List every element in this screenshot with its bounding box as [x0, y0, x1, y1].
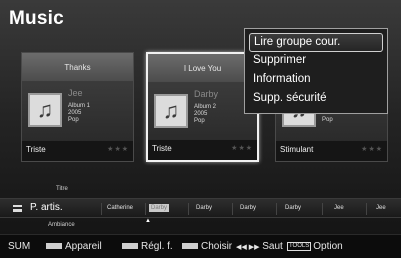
index-caret-icon: ▲	[145, 218, 151, 224]
settings-label: Régl. f.	[141, 241, 173, 252]
index-item-active[interactable]: Darby	[149, 204, 170, 212]
settings-button[interactable]: Régl. f.	[122, 241, 173, 252]
divider	[188, 203, 189, 215]
device-label: Appareil	[65, 241, 102, 252]
card-genre: Pop	[68, 117, 79, 123]
index-item[interactable]: Catherine	[107, 205, 133, 211]
sort-prev-option[interactable]: Titre	[56, 186, 68, 192]
card-mood: Triste	[152, 144, 172, 153]
source-label: SUM	[8, 241, 31, 252]
jump-button[interactable]: ◀◀ ▶▶ Saut	[236, 241, 283, 252]
red-key-icon	[46, 243, 62, 250]
card-footer: Triste ★★★	[148, 140, 257, 160]
index-item[interactable]: Darby	[285, 205, 301, 211]
device-button[interactable]: Appareil	[46, 241, 102, 252]
card-artist: Darby	[194, 89, 219, 99]
card-year: 2005	[68, 110, 82, 116]
jump-label: Saut	[262, 241, 283, 252]
list-sort-icon	[13, 205, 22, 212]
menu-item-play-current-group[interactable]: Lire groupe cour.	[249, 33, 383, 52]
select-label: Choisir	[201, 241, 233, 252]
music-card-2-selected[interactable]: I Love You ♫ Darby Album 2 2005 Pop Tris…	[146, 52, 259, 162]
tools-key-icon: TOOLS	[287, 241, 312, 251]
app-title: Music	[9, 8, 64, 29]
index-item[interactable]: Jee	[334, 205, 344, 211]
card-title: I Love You	[148, 54, 257, 82]
sort-next-option[interactable]: Ambiance	[48, 222, 75, 228]
card-footer: Stimulant ★★★	[276, 141, 387, 161]
yellow-key-icon	[182, 243, 198, 250]
rating-stars: ★★★	[107, 146, 129, 153]
green-key-icon	[122, 243, 138, 250]
sort-current-option[interactable]: P. artis.	[30, 202, 63, 213]
rating-stars: ★★★	[231, 145, 253, 152]
index-item[interactable]: Jee	[376, 205, 386, 211]
bottom-bar: SUM Appareil Régl. f. Choisir ◀◀ ▶▶ Saut…	[0, 234, 401, 258]
card-album: Album 1	[68, 103, 91, 109]
option-label: Option	[313, 241, 343, 252]
menu-item-delete[interactable]: Supprimer	[249, 52, 383, 71]
option-button[interactable]: TOOLS Option	[287, 241, 343, 252]
sort-row: P. artis. Catherine Darby Darby Darby Da…	[0, 198, 401, 218]
select-button[interactable]: Choisir	[182, 241, 232, 252]
divider	[276, 203, 277, 215]
divider	[322, 203, 323, 215]
index-item[interactable]: Darby	[240, 205, 256, 211]
menu-item-information[interactable]: Information	[249, 71, 383, 90]
card-year: 2005	[194, 111, 208, 117]
card-genre: Pop	[194, 118, 205, 124]
card-mood: Triste	[26, 145, 46, 154]
card-body: ♫ Darby Album 2 2005 Pop	[148, 82, 257, 144]
music-screen: Music Thanks ♫ Jee Album 1 2005 Pop Tris…	[0, 0, 401, 258]
context-menu: Lire groupe cour. Supprimer Information …	[244, 28, 388, 114]
card-album: Album 2	[194, 104, 217, 110]
music-note-icon: ♫	[28, 93, 62, 127]
card-mood: Stimulant	[280, 145, 314, 154]
divider	[145, 203, 146, 215]
menu-item-safe-remove[interactable]: Supp. sécurité	[249, 90, 383, 109]
index-item[interactable]: Darby	[196, 205, 212, 211]
rating-stars: ★★★	[361, 146, 383, 153]
divider	[101, 203, 102, 215]
music-note-icon: ♫	[154, 94, 188, 128]
card-title: Thanks	[22, 53, 133, 81]
card-genre: Pop	[322, 117, 333, 123]
divider	[232, 203, 233, 215]
card-footer: Triste ★★★	[22, 141, 133, 161]
card-artist: Jee	[68, 88, 83, 98]
skip-arrows-icon: ◀◀ ▶▶	[236, 244, 260, 251]
divider	[366, 203, 367, 215]
sort-bar: Titre P. artis. Catherine Darby Darby Da…	[0, 184, 401, 234]
card-body: ♫ Jee Album 1 2005 Pop	[22, 81, 133, 143]
music-card-1[interactable]: Thanks ♫ Jee Album 1 2005 Pop Triste ★★★	[21, 52, 134, 162]
